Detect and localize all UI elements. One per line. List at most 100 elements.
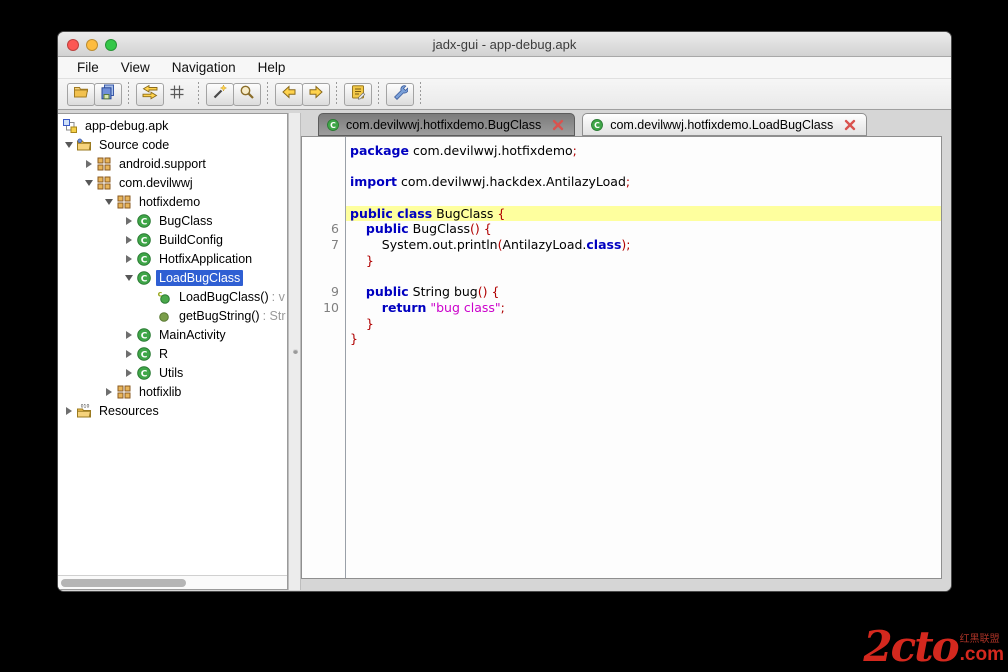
- toolbar-separator: [128, 82, 129, 106]
- panel-splitter[interactable]: [288, 113, 301, 590]
- flatten-packages-icon: [169, 84, 185, 105]
- tree-scrollbar-thumb[interactable]: [61, 579, 186, 587]
- class-icon: C: [136, 270, 152, 286]
- collapse-arrow-icon[interactable]: [122, 275, 136, 281]
- expand-arrow-icon[interactable]: [122, 236, 136, 244]
- tree-item-loadbugclass[interactable]: CLoadBugClass: [58, 268, 287, 287]
- class-icon: C: [326, 118, 340, 132]
- expand-arrow-icon[interactable]: [82, 160, 96, 168]
- editor-tab-loadbugclass[interactable]: Ccom.devilwwj.hotfixdemo.LoadBugClass: [582, 113, 867, 136]
- code-line: import com.devilwwj.hackdex.AntilazyLoad…: [346, 174, 941, 190]
- code-line: [346, 269, 941, 285]
- menu-help[interactable]: Help: [247, 57, 297, 79]
- folder-source-icon: [76, 137, 92, 153]
- menu-bar: FileViewNavigationHelp: [58, 57, 951, 79]
- tree-item-hotfixapplication[interactable]: CHotfixApplication: [58, 249, 287, 268]
- collapse-arrow-icon[interactable]: [62, 142, 76, 148]
- expand-arrow-icon[interactable]: [122, 255, 136, 263]
- expand-arrow-icon[interactable]: [62, 407, 76, 415]
- reload-button[interactable]: [136, 83, 164, 106]
- save-all-button[interactable]: [94, 83, 122, 106]
- code-line: [346, 190, 941, 206]
- line-number: [302, 253, 345, 269]
- menu-file[interactable]: File: [66, 57, 110, 79]
- tree-item-type-suffix: : Str: [263, 309, 286, 323]
- expand-arrow-icon[interactable]: [122, 369, 136, 377]
- tab-close-icon[interactable]: [843, 118, 857, 132]
- code-viewer[interactable]: 67910 package com.devilwwj.hotfixdemo;im…: [301, 136, 942, 579]
- watermark-suffix: .com: [960, 645, 1004, 664]
- tree-item-buildconfig[interactable]: CBuildConfig: [58, 230, 287, 249]
- code-line: }: [346, 316, 941, 332]
- tree-item-getbugstring[interactable]: getBugString() : Str: [58, 306, 287, 325]
- tab-close-icon[interactable]: [551, 118, 565, 132]
- flatten-packages-button[interactable]: [163, 83, 191, 106]
- tab-label: com.devilwwj.hotfixdemo.LoadBugClass: [610, 118, 833, 132]
- forward-button[interactable]: [302, 83, 330, 106]
- class-icon: C: [136, 213, 152, 229]
- svg-text:C: C: [141, 274, 148, 284]
- tree-horizontal-scrollbar[interactable]: [58, 575, 287, 589]
- tree-item-label: BugClass: [156, 213, 216, 229]
- sync-icon: [142, 84, 158, 105]
- line-number: 9: [302, 284, 345, 300]
- tree-item-label: HotfixApplication: [156, 251, 255, 267]
- line-number: [302, 159, 345, 175]
- line-number: 10: [302, 300, 345, 316]
- tree-item-source-code[interactable]: Source code: [58, 135, 287, 154]
- collapse-arrow-icon[interactable]: [102, 199, 116, 205]
- back-button[interactable]: [275, 83, 303, 106]
- tree-item-label: com.devilwwj: [116, 175, 196, 191]
- tree-item-com-devilwwj[interactable]: com.devilwwj: [58, 173, 287, 192]
- code-line: package com.devilwwj.hotfixdemo;: [346, 143, 941, 159]
- splitter-handle-icon: [293, 349, 298, 354]
- line-number: [302, 331, 345, 347]
- line-number: 6: [302, 221, 345, 237]
- tree-item-hotfixdemo[interactable]: hotfixdemo: [58, 192, 287, 211]
- arrow-right-icon: [308, 84, 324, 105]
- tree-item-utils[interactable]: CUtils: [58, 363, 287, 382]
- title-bar[interactable]: jadx-gui - app-debug.apk: [58, 32, 951, 57]
- source-code[interactable]: package com.devilwwj.hotfixdemo; import c…: [346, 137, 941, 578]
- toolbar-separator: [420, 82, 421, 106]
- collapse-arrow-icon[interactable]: [82, 180, 96, 186]
- class-icon: C: [136, 346, 152, 362]
- code-line: public String bug() {: [346, 284, 941, 300]
- arrow-left-icon: [281, 84, 297, 105]
- expand-arrow-icon[interactable]: [122, 331, 136, 339]
- wrench-icon: [392, 84, 408, 105]
- package-icon: [116, 194, 132, 210]
- tree-item-app-debug-apk[interactable]: app-debug.apk: [58, 116, 287, 135]
- tab-label: com.devilwwj.hotfixdemo.BugClass: [346, 118, 541, 132]
- tree-item-label: hotfixdemo: [136, 194, 203, 210]
- expand-arrow-icon[interactable]: [122, 217, 136, 225]
- log-viewer-button[interactable]: [344, 83, 372, 106]
- package-icon: [96, 156, 112, 172]
- tree-item-loadbugclass[interactable]: cLoadBugClass() : v: [58, 287, 287, 306]
- tree-item-hotfixlib[interactable]: hotfixlib: [58, 382, 287, 401]
- open-file-button[interactable]: [67, 83, 95, 106]
- toolbar-separator: [267, 82, 268, 106]
- tree-item-android-support[interactable]: android.support: [58, 154, 287, 173]
- tree-item-r[interactable]: CR: [58, 344, 287, 363]
- preferences-button[interactable]: [386, 83, 414, 106]
- tree-item-label: app-debug.apk: [82, 118, 171, 134]
- editor-panel: Ccom.devilwwj.hotfixdemo.BugClassCcom.de…: [301, 113, 942, 579]
- folder-open-icon: [73, 84, 89, 105]
- editor-tab-bar: Ccom.devilwwj.hotfixdemo.BugClassCcom.de…: [301, 113, 942, 136]
- log-icon: [350, 84, 366, 105]
- class-icon: C: [136, 327, 152, 343]
- tree-item-mainactivity[interactable]: CMainActivity: [58, 325, 287, 344]
- toolbar: [58, 79, 951, 110]
- expand-arrow-icon[interactable]: [122, 350, 136, 358]
- editor-tab-bugclass[interactable]: Ccom.devilwwj.hotfixdemo.BugClass: [318, 113, 575, 136]
- tree-item-label: MainActivity: [156, 327, 229, 343]
- line-number: [302, 174, 345, 190]
- menu-view[interactable]: View: [110, 57, 161, 79]
- text-search-button[interactable]: [233, 83, 261, 106]
- tree-item-bugclass[interactable]: CBugClass: [58, 211, 287, 230]
- tree-item-resources[interactable]: 010Resources: [58, 401, 287, 420]
- expand-arrow-icon[interactable]: [102, 388, 116, 396]
- menu-navigation[interactable]: Navigation: [161, 57, 247, 79]
- deobfuscation-button[interactable]: [206, 83, 234, 106]
